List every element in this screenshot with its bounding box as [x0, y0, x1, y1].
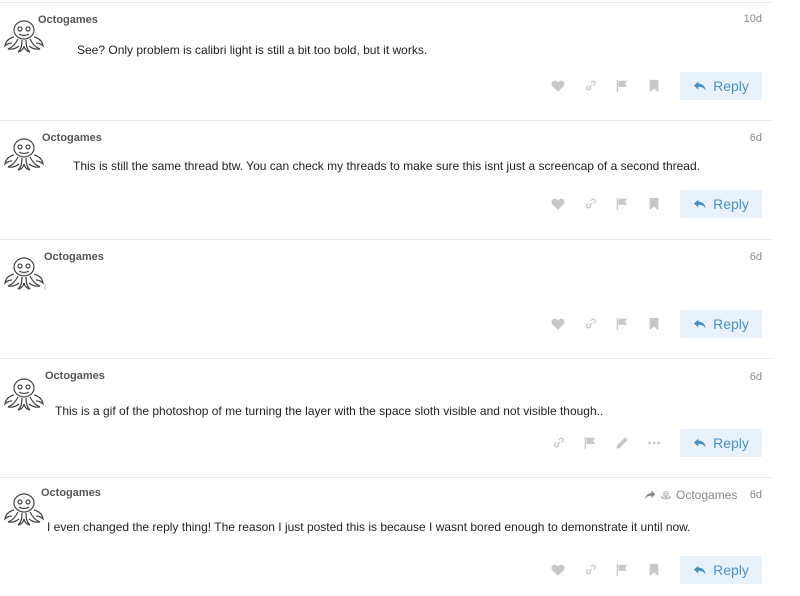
- post-2: Octogames 6d This is still the same thre…: [0, 121, 772, 239]
- heart-icon[interactable]: [542, 556, 574, 584]
- flag-icon[interactable]: [606, 310, 638, 338]
- reply-icon: [693, 436, 707, 450]
- link-icon[interactable]: [574, 556, 606, 584]
- post-3: Octogames 6d Reply: [0, 240, 772, 358]
- flag-icon[interactable]: [574, 429, 606, 457]
- heart-icon[interactable]: [542, 190, 574, 218]
- link-icon[interactable]: [574, 72, 606, 100]
- user-avatar[interactable]: [0, 373, 48, 413]
- reply-icon: [693, 563, 707, 577]
- post-date[interactable]: 6d: [750, 132, 762, 144]
- username[interactable]: Octogames: [42, 132, 102, 144]
- post-actions: Reply: [542, 310, 762, 338]
- pencil-icon[interactable]: [606, 429, 638, 457]
- username[interactable]: Octogames: [44, 251, 104, 263]
- flag-icon[interactable]: [606, 190, 638, 218]
- reply-button[interactable]: Reply: [680, 72, 762, 100]
- reply-label: Reply: [713, 316, 749, 332]
- heart-icon[interactable]: [542, 310, 574, 338]
- flag-icon[interactable]: [606, 72, 638, 100]
- bookmark-icon[interactable]: [638, 310, 670, 338]
- reply-label: Reply: [713, 78, 749, 94]
- post-actions: Reply: [542, 72, 762, 100]
- empty-body-marker: [44, 284, 46, 290]
- post-date[interactable]: 6d: [750, 489, 762, 501]
- post-4: Octogames 6d This is a gif of the photos…: [0, 359, 772, 477]
- post-date[interactable]: 6d: [750, 251, 762, 263]
- user-avatar[interactable]: [0, 252, 48, 292]
- reply-button[interactable]: Reply: [680, 429, 762, 457]
- reply-button[interactable]: Reply: [680, 310, 762, 338]
- reply-button[interactable]: Reply: [680, 190, 762, 218]
- post-actions: Reply: [542, 556, 762, 584]
- post-actions: Reply: [542, 190, 762, 218]
- reply-to-indicator[interactable]: Octogames: [644, 488, 737, 502]
- post-body: See? Only problem is calibri light is st…: [77, 43, 428, 57]
- reply-button[interactable]: Reply: [680, 556, 762, 584]
- share-icon: [644, 489, 656, 501]
- reply-label: Reply: [713, 562, 749, 578]
- post-body: I even changed the reply thing! The reas…: [47, 520, 691, 534]
- username[interactable]: Octogames: [45, 370, 105, 382]
- reply-label: Reply: [713, 196, 749, 212]
- reply-to-username: Octogames: [676, 488, 738, 502]
- reply-label: Reply: [713, 435, 749, 451]
- user-avatar[interactable]: [0, 133, 48, 173]
- post-5: Octogames Octogames 6d I even changed th…: [0, 478, 772, 596]
- bookmark-icon[interactable]: [638, 190, 670, 218]
- link-icon[interactable]: [574, 190, 606, 218]
- flag-icon[interactable]: [606, 556, 638, 584]
- link-icon[interactable]: [574, 310, 606, 338]
- reply-icon: [693, 317, 707, 331]
- post-1: Octogames 10d See? Only problem is calib…: [0, 3, 772, 120]
- post-date[interactable]: 10d: [744, 13, 762, 25]
- bookmark-icon[interactable]: [638, 556, 670, 584]
- post-date[interactable]: 6d: [750, 371, 762, 383]
- username[interactable]: Octogames: [41, 487, 101, 499]
- heart-icon[interactable]: [542, 72, 574, 100]
- reply-icon: [693, 197, 707, 211]
- more-icon[interactable]: [638, 429, 670, 457]
- post-body: This is a gif of the photoshop of me tur…: [55, 404, 604, 418]
- link-icon[interactable]: [542, 429, 574, 457]
- bookmark-icon[interactable]: [638, 72, 670, 100]
- post-body: This is still the same thread btw. You c…: [73, 159, 700, 173]
- reply-icon: [693, 79, 707, 93]
- username[interactable]: Octogames: [38, 14, 98, 26]
- post-actions: Reply: [542, 429, 762, 457]
- reply-to-avatar: [660, 489, 672, 501]
